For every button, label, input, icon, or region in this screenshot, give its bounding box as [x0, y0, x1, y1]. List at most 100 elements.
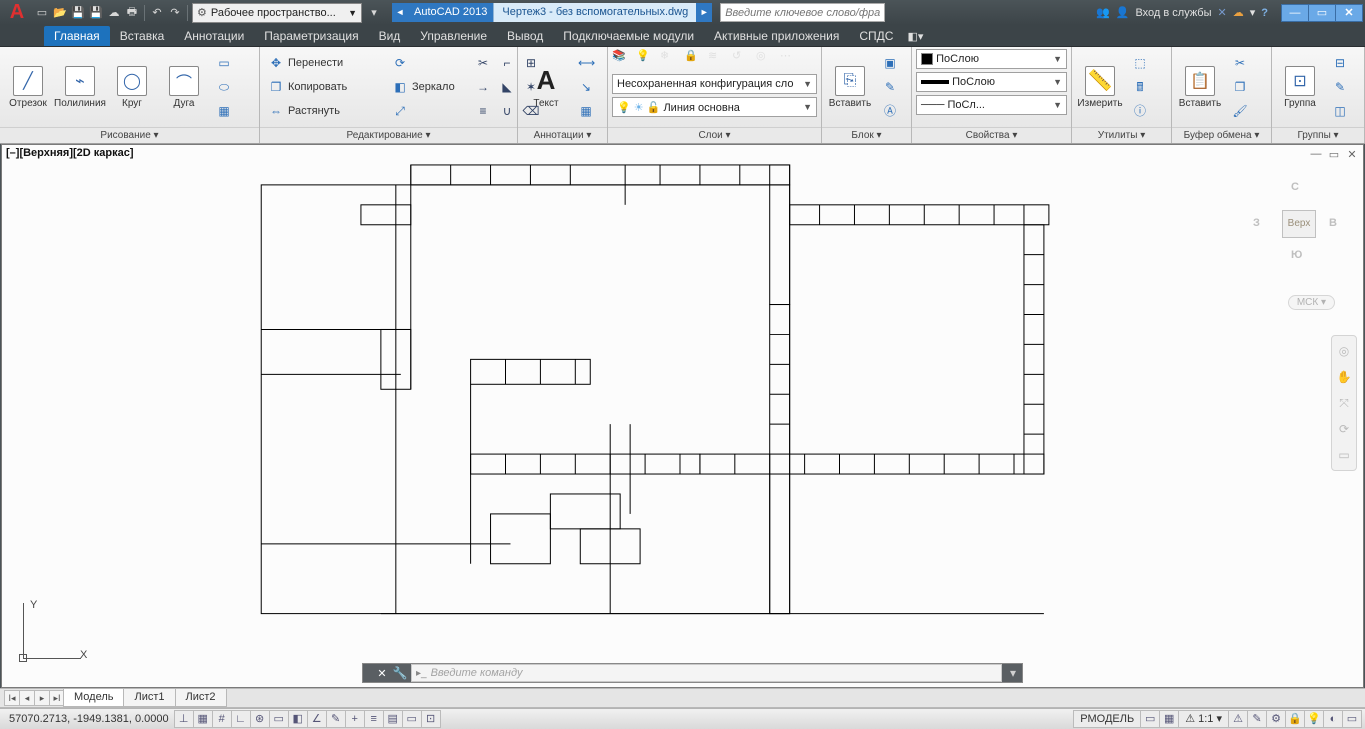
trim-icon[interactable]: ✂: [472, 52, 494, 74]
panel-draw-title[interactable]: Рисование ▾: [0, 127, 259, 143]
status-qp-icon[interactable]: ▭: [402, 710, 422, 728]
qat-redo-icon[interactable]: ↷: [167, 5, 183, 21]
tab-output[interactable]: Вывод: [497, 26, 553, 46]
title-next-icon[interactable]: ►: [696, 3, 712, 22]
layer-state-dropdown[interactable]: Несохраненная конфигурация сло▼: [612, 74, 817, 94]
title-prev-icon[interactable]: ◄: [392, 3, 408, 22]
extend-icon[interactable]: →: [472, 76, 494, 98]
panel-modify-title[interactable]: Редактирование ▾: [260, 127, 517, 143]
match-button[interactable]: 🖌: [1228, 100, 1252, 122]
tab-home[interactable]: Главная: [44, 26, 110, 46]
table-button[interactable]: ▦: [574, 100, 598, 122]
command-input[interactable]: ▸_ Введите команду: [411, 664, 1002, 682]
groupsel-button[interactable]: ◫: [1328, 100, 1352, 122]
groupedit-button[interactable]: ✎: [1328, 76, 1352, 98]
status-infer-icon[interactable]: ⊥: [174, 710, 194, 728]
status-annoscale[interactable]: ⚠ 1:1 ▾: [1178, 710, 1229, 728]
layerprev-icon[interactable]: ↺: [732, 49, 754, 71]
cmdline-close-icon[interactable]: ✕: [373, 667, 391, 680]
move-button[interactable]: ✥Перенести: [264, 52, 384, 74]
cmdline-recent-icon[interactable]: ▾: [1004, 666, 1022, 680]
tab-plugins[interactable]: Подключаемые модули: [553, 26, 704, 46]
tab-parametric[interactable]: Параметризация: [254, 26, 368, 46]
status-lwt-icon[interactable]: ≡: [364, 710, 384, 728]
cut-button[interactable]: ✂: [1228, 52, 1252, 74]
layerfreeze-icon[interactable]: ❄: [660, 49, 682, 71]
status-ws-icon[interactable]: ⚙: [1266, 710, 1286, 728]
selectall-button[interactable]: ⬚: [1128, 52, 1152, 74]
layout2-tab[interactable]: Лист2: [175, 689, 227, 707]
status-grid2-icon[interactable]: ▦: [1159, 710, 1179, 728]
lineweight-dropdown[interactable]: ПоСлою▼: [916, 72, 1067, 92]
app-logo-icon[interactable]: A: [2, 0, 32, 25]
attr-block-button[interactable]: Ⓐ: [878, 100, 902, 122]
status-clean-icon[interactable]: ▭: [1342, 710, 1362, 728]
measure-button[interactable]: 📏Измерить: [1076, 49, 1124, 125]
qat-cloud-icon[interactable]: ☁: [106, 5, 122, 21]
qat-undo-icon[interactable]: ↶: [149, 5, 165, 21]
panel-props-title[interactable]: Свойства ▾: [912, 127, 1071, 143]
minimize-button[interactable]: —: [1281, 4, 1309, 22]
copy-button[interactable]: ❐Копировать: [264, 76, 384, 98]
tab-first-icon[interactable]: I◂: [4, 690, 20, 706]
tab-active-apps[interactable]: Активные приложения: [704, 26, 849, 46]
model-tab[interactable]: Модель: [63, 689, 124, 707]
layerlock-icon[interactable]: 🔒: [684, 49, 706, 71]
status-otrack-icon[interactable]: ∠: [307, 710, 327, 728]
qat-open-icon[interactable]: 📂: [52, 5, 68, 21]
color-bylayer-dropdown[interactable]: ПоСлою▼: [916, 49, 1067, 69]
dim-button[interactable]: ⟷: [574, 52, 598, 74]
copy-clip-button[interactable]: ❐: [1228, 76, 1252, 98]
layout1-tab[interactable]: Лист1: [123, 689, 175, 707]
arc-button[interactable]: ⌒Дуга: [160, 49, 208, 125]
status-paper-icon[interactable]: ▭: [1140, 710, 1160, 728]
paste-button[interactable]: 📋Вставить: [1176, 49, 1224, 125]
help-dd-icon[interactable]: ▾: [1250, 6, 1256, 19]
tab-overflow-icon[interactable]: ◧▾: [907, 30, 923, 43]
linetype-dropdown[interactable]: ─── ПоСл...▼: [916, 95, 1067, 115]
layeriso-icon[interactable]: ◎: [756, 49, 778, 71]
draw-extra-1[interactable]: ▭: [212, 52, 236, 74]
status-ducs-icon[interactable]: ✎: [326, 710, 346, 728]
qat-more-icon[interactable]: ▾: [366, 5, 382, 21]
panel-block-title[interactable]: Блок ▾: [822, 127, 911, 143]
layerextra-icon[interactable]: ⋯: [780, 49, 802, 71]
tab-prev-icon[interactable]: ◂: [19, 690, 35, 706]
chamfer-icon[interactable]: ◣: [496, 76, 518, 98]
quickcalc-button[interactable]: 🖩: [1128, 76, 1152, 98]
qat-plot-icon[interactable]: 🖶: [124, 5, 140, 21]
create-block-button[interactable]: ▣: [878, 52, 902, 74]
close-button[interactable]: ✕: [1335, 4, 1363, 22]
scale-button[interactable]: ⤢: [388, 100, 468, 122]
circle-button[interactable]: ◯Круг: [108, 49, 156, 125]
help-icon[interactable]: ?: [1261, 7, 1268, 19]
status-snap-icon[interactable]: ▦: [193, 710, 213, 728]
status-sc-icon[interactable]: ⊡: [421, 710, 441, 728]
id-button[interactable]: ⓘ: [1128, 100, 1152, 122]
tab-spds[interactable]: СПДС: [849, 26, 903, 46]
status-lock-icon[interactable]: 🔒: [1285, 710, 1305, 728]
panel-clip-title[interactable]: Буфер обмена ▾: [1172, 127, 1271, 143]
drawing-viewport[interactable]: [–][Верхняя][2D каркас] — ▭ ✕ С Ю З В Ве…: [1, 144, 1364, 688]
leader-button[interactable]: ↘: [574, 76, 598, 98]
line-button[interactable]: ╱Отрезок: [4, 49, 52, 125]
layer-current-dropdown[interactable]: 💡 ☀ 🔓 Линия основна▼: [612, 97, 817, 117]
status-model[interactable]: РМОДЕЛЬ: [1073, 710, 1141, 728]
layermatch-icon[interactable]: ≋: [708, 49, 730, 71]
status-hardware-icon[interactable]: 💡: [1304, 710, 1324, 728]
offset-icon[interactable]: ≡: [472, 100, 494, 122]
polyline-button[interactable]: ⌁Полилиния: [56, 49, 104, 125]
panel-groups-title[interactable]: Группы ▾: [1272, 127, 1364, 143]
panel-annot-title[interactable]: Аннотации ▾: [518, 127, 607, 143]
keyword-search-input[interactable]: [720, 3, 885, 22]
status-polar-icon[interactable]: ⊛: [250, 710, 270, 728]
stretch-button[interactable]: ⇔Растянуть: [264, 100, 384, 122]
group-button[interactable]: ⊡Группа: [1276, 49, 1324, 125]
cmdline-tools-icon[interactable]: 🔧: [391, 666, 409, 680]
status-tpy-icon[interactable]: ▤: [383, 710, 403, 728]
status-3dosnap-icon[interactable]: ◧: [288, 710, 308, 728]
qat-new-icon[interactable]: ▭: [34, 5, 50, 21]
qat-save-icon[interactable]: 💾: [70, 5, 86, 21]
tab-next-icon[interactable]: ▸: [34, 690, 50, 706]
panel-utils-title[interactable]: Утилиты ▾: [1072, 127, 1171, 143]
